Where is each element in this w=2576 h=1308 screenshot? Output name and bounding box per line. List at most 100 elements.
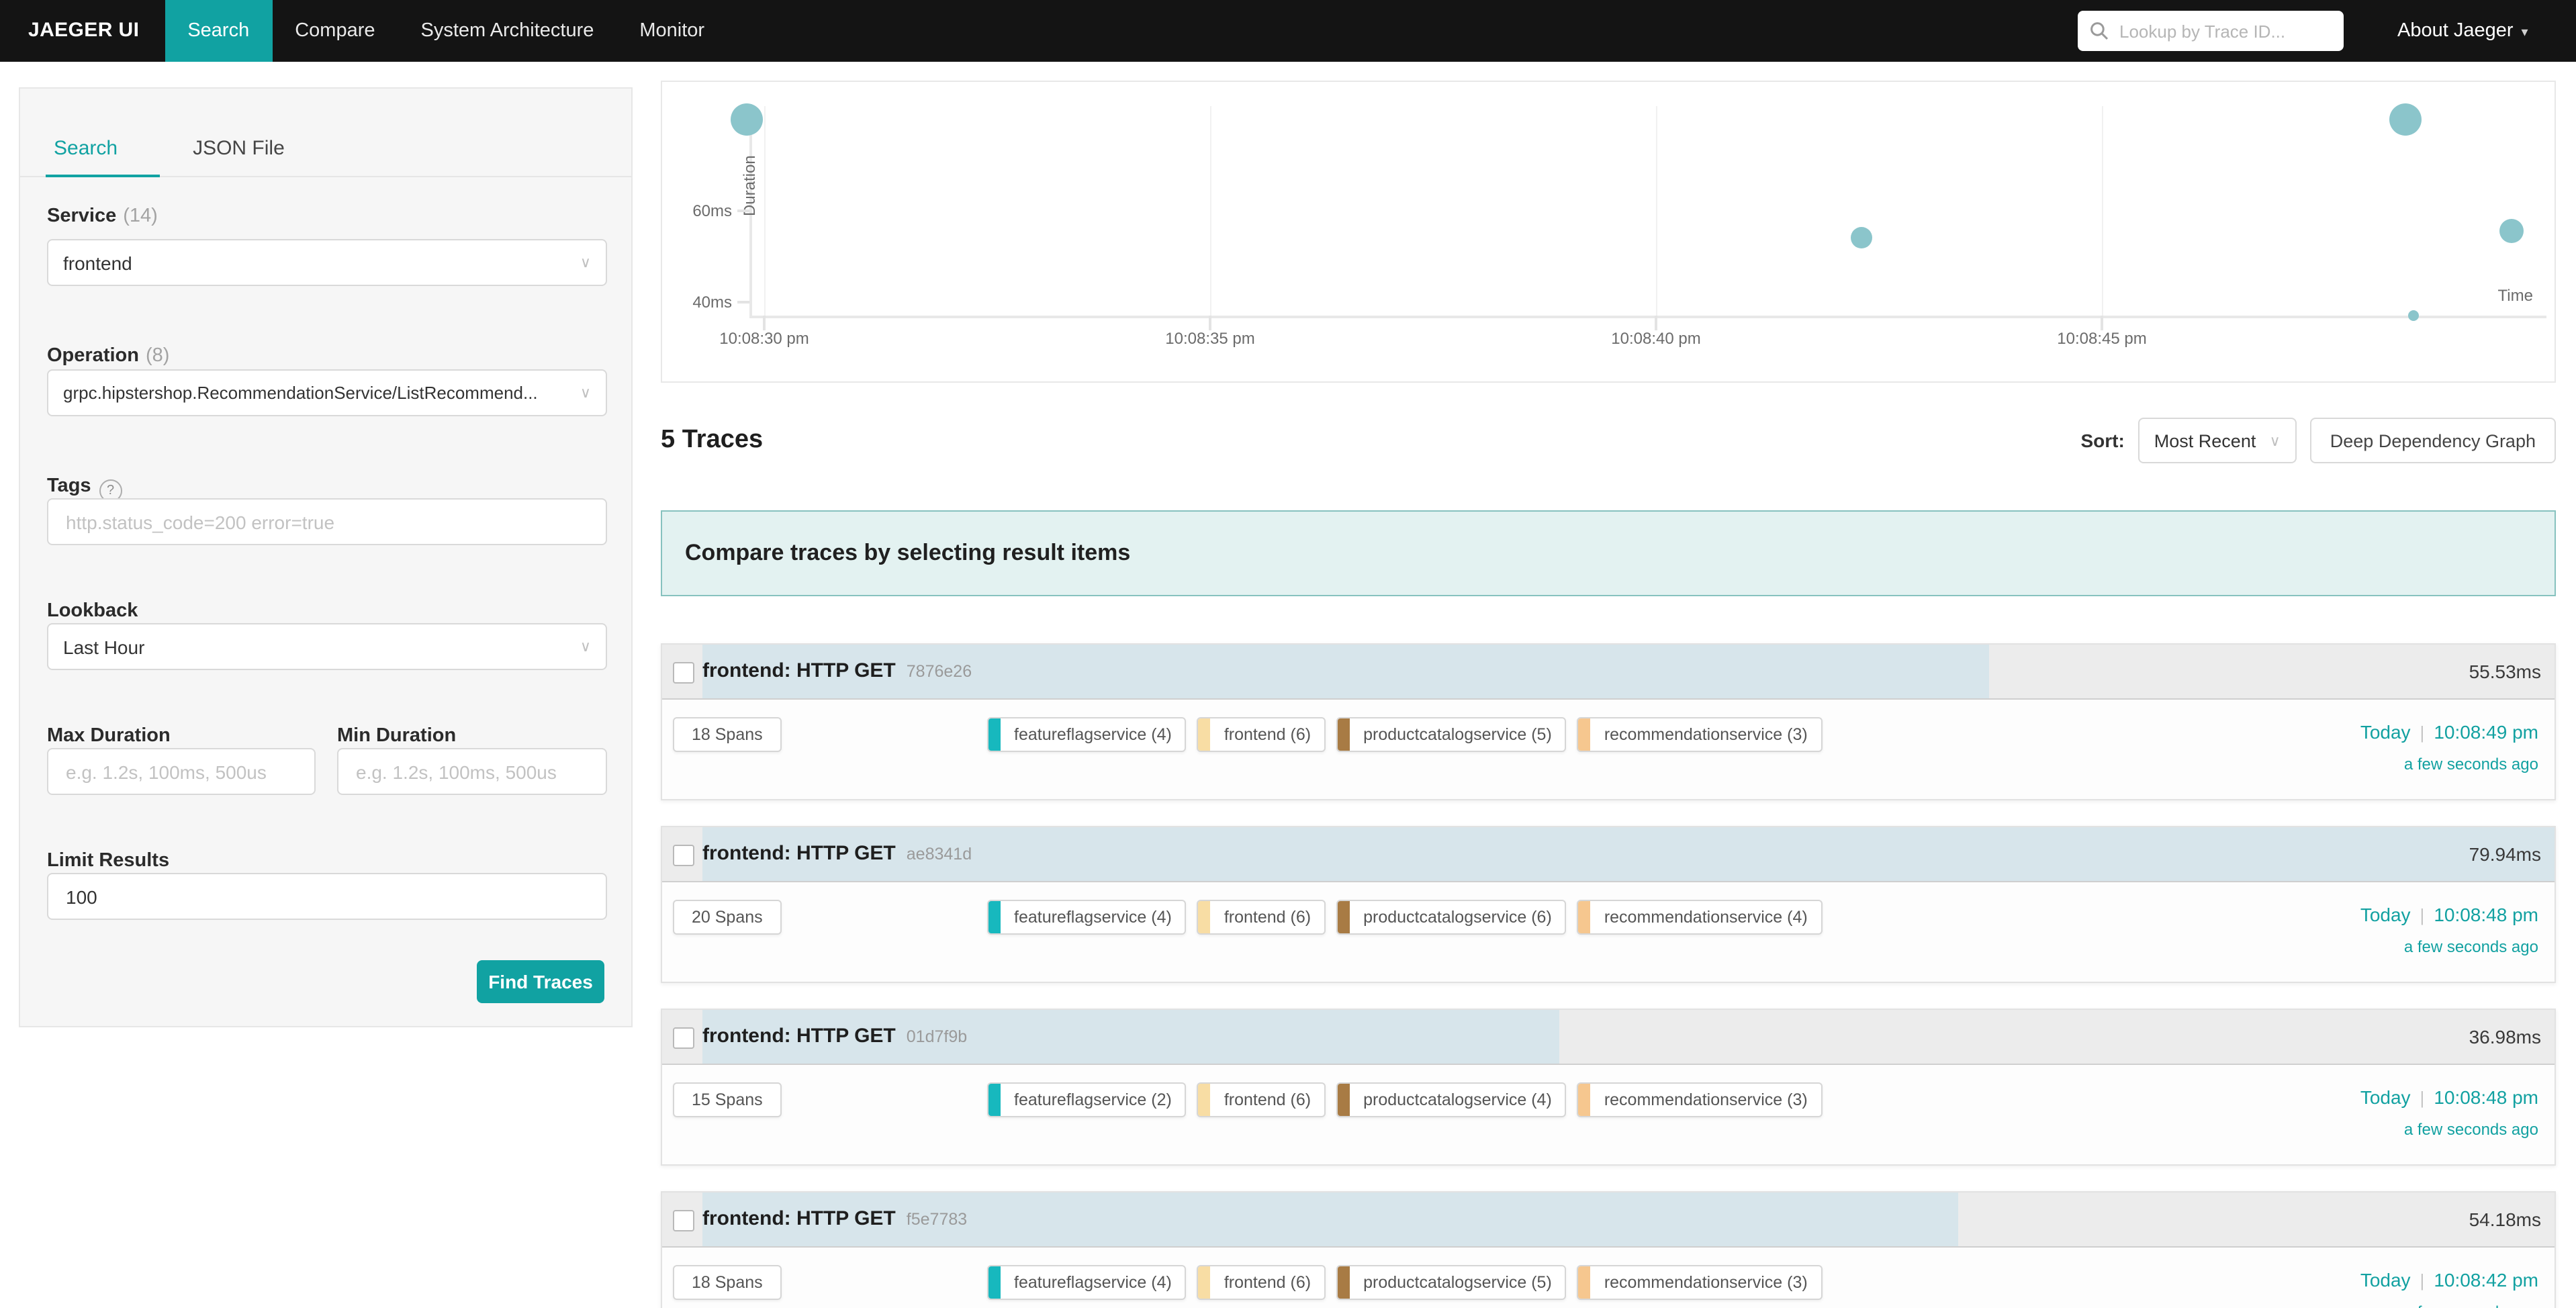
tab-json-file[interactable]: JSON File [193, 137, 285, 160]
service-tag-label: productcatalogservice (6) [1350, 908, 1565, 927]
trace-time-link[interactable]: 10:08:48 pm [2434, 1086, 2538, 1108]
trace-service-operation: frontend: HTTP GET [702, 1207, 896, 1230]
service-tag: recommendationservice (3) [1577, 1265, 1823, 1300]
trace-timestamps: Today|10:08:48 pma few seconds ago [2360, 1086, 2538, 1139]
trace-scatter-point[interactable] [1850, 227, 1872, 248]
trace-day-link[interactable]: Today [2360, 1086, 2411, 1108]
service-color-strip [988, 1084, 1001, 1116]
service-tag-label: featureflagservice (4) [1001, 725, 1185, 744]
timestamp-separator: | [2420, 905, 2425, 925]
service-tag: productcatalogservice (5) [1336, 717, 1567, 752]
trace-card-body: 18 Spansfeatureflagservice (4)frontend (… [662, 700, 2555, 799]
trace-time-link[interactable]: 10:08:42 pm [2434, 1269, 2538, 1291]
service-tag-row: featureflagservice (4)frontend (6)produc… [987, 1265, 1823, 1300]
chevron-down-icon: ∨ [2262, 432, 2281, 449]
trace-select-checkbox[interactable] [673, 845, 694, 866]
trace-title-link[interactable]: frontend: HTTP GETf5e7783 [702, 1193, 967, 1246]
service-color-strip [1338, 1084, 1350, 1116]
x-tick-mark [1209, 316, 1211, 330]
find-traces-button[interactable]: Find Traces [477, 960, 604, 1003]
service-color-strip [1199, 1266, 1211, 1299]
chevron-down-icon: ∨ [572, 384, 591, 402]
service-tag-label: recommendationservice (3) [1591, 1090, 1821, 1109]
trace-relative-time: a few seconds ago [2360, 1120, 2538, 1139]
nav-item-search[interactable]: Search [165, 0, 272, 62]
min-duration-input[interactable] [353, 759, 591, 784]
service-color-strip [1338, 718, 1350, 751]
trace-scatter-point[interactable] [2500, 219, 2524, 243]
trace-day-link[interactable]: Today [2360, 721, 2411, 743]
service-color-strip [988, 901, 1001, 933]
trace-card-header[interactable]: frontend: HTTP GET01d7f9b36.98ms [662, 1010, 2555, 1065]
nav-item-compare[interactable]: Compare [272, 0, 398, 62]
trace-service-operation: frontend: HTTP GET [702, 842, 896, 865]
trace-card-header[interactable]: frontend: HTTP GET7876e26 55.53ms [662, 645, 2555, 700]
trace-title-link[interactable]: frontend: HTTP GET01d7f9b [702, 1010, 967, 1064]
trace-result-card: frontend: HTTP GET7876e26 55.53ms18 Spans… [661, 643, 2556, 800]
about-jaeger-menu[interactable]: About Jaeger ▾ [2397, 0, 2528, 64]
trace-select-checkbox[interactable] [673, 1027, 694, 1049]
service-tag-row: featureflagservice (4)frontend (6)produc… [987, 900, 1823, 935]
y-tick-label: 40ms [668, 293, 732, 312]
trace-scatter-point[interactable] [730, 103, 762, 136]
chevron-down-icon: ▾ [2522, 26, 2528, 40]
service-tag: recommendationservice (3) [1577, 717, 1823, 752]
results-header: 5 Traces Sort: Most Recent∨ Deep Depende… [661, 411, 2556, 470]
operation-select[interactable]: grpc.hipstershop.RecommendationService/L… [47, 369, 607, 416]
trace-lookup-box[interactable] [2078, 11, 2344, 51]
trace-timestamps: Today|10:08:49 pma few seconds ago [2360, 721, 2538, 774]
x-tick-label: 10:08:40 pm [1589, 329, 1723, 348]
max-duration-input[interactable] [63, 759, 300, 784]
tab-search[interactable]: Search [54, 137, 118, 160]
lookback-select[interactable]: Last Hour∨ [47, 623, 607, 670]
trace-title-link[interactable]: frontend: HTTP GETae8341d [702, 827, 972, 881]
service-color-strip [1579, 718, 1591, 751]
trace-day-link[interactable]: Today [2360, 904, 2411, 925]
service-color-strip [1579, 1084, 1591, 1116]
y-tick-mark [737, 209, 749, 212]
min-duration-field [337, 748, 607, 795]
service-color-strip [1199, 901, 1211, 933]
nav-item-monitor[interactable]: Monitor [616, 0, 727, 62]
trace-card-body: 20 Spans featureflagservice (4)frontend (… [662, 882, 2555, 982]
deep-dependency-graph-button[interactable]: Deep Dependency Graph [2310, 418, 2556, 463]
trace-list: frontend: HTTP GET7876e2655.53ms18 Spans… [661, 643, 2556, 1308]
service-tag: productcatalogservice (5) [1336, 1265, 1567, 1300]
span-count-pill: 20 Spans [673, 900, 782, 935]
trace-day-link[interactable]: Today [2360, 1269, 2411, 1291]
service-tag-label: frontend (6) [1211, 725, 1324, 744]
trace-scatter-point[interactable] [2409, 311, 2420, 322]
sort-label: Sort: [2080, 430, 2124, 451]
trace-lookup-input[interactable] [2117, 19, 2332, 42]
sort-select[interactable]: Most Recent∨ [2138, 418, 2297, 463]
about-jaeger-label: About Jaeger [2397, 20, 2514, 42]
nav-item-system-architecture[interactable]: System Architecture [398, 0, 617, 62]
duration-bar [702, 827, 2555, 881]
trace-result-card: frontend: HTTP GETae8341d79.94ms20 Spans… [661, 826, 2556, 983]
service-color-strip [1579, 1266, 1591, 1299]
trace-time-link[interactable]: 10:08:49 pm [2434, 721, 2538, 743]
trace-result-card: frontend: HTTP GET01d7f9b36.98ms 15 Spans… [661, 1009, 2556, 1166]
trace-relative-time: a few seconds ago [2360, 755, 2538, 774]
trace-scatter-point[interactable] [2389, 103, 2422, 136]
trace-card-header[interactable]: frontend: HTTP GETf5e778354.18ms [662, 1193, 2555, 1248]
trace-select-checkbox[interactable] [673, 1210, 694, 1231]
service-tag-label: frontend (6) [1211, 908, 1324, 927]
trace-time-link[interactable]: 10:08:48 pm [2434, 904, 2538, 925]
span-count-pill: 15 Spans [673, 1082, 782, 1117]
compare-banner: Compare traces by selecting result items [661, 510, 2556, 596]
tags-input[interactable] [63, 510, 591, 534]
service-color-strip [988, 1266, 1001, 1299]
trace-card-body: 18 Spansfeatureflagservice (4)frontend (… [662, 1248, 2555, 1308]
service-select[interactable]: frontend∨ [47, 239, 607, 286]
limit-results-input[interactable] [63, 884, 591, 908]
service-tag: frontend (6) [1197, 1265, 1326, 1300]
trace-duration: 55.53ms [2469, 645, 2541, 698]
trace-select-checkbox[interactable] [673, 662, 694, 684]
x-gridline [2102, 106, 2103, 329]
trace-service-operation: frontend: HTTP GET [702, 1025, 896, 1047]
trace-title-link[interactable]: frontend: HTTP GET7876e26 [702, 645, 972, 698]
trace-duration: 79.94ms [2469, 827, 2541, 881]
trace-card-header[interactable]: frontend: HTTP GETae8341d 79.94ms [662, 827, 2555, 882]
x-gridline [1210, 106, 1211, 329]
